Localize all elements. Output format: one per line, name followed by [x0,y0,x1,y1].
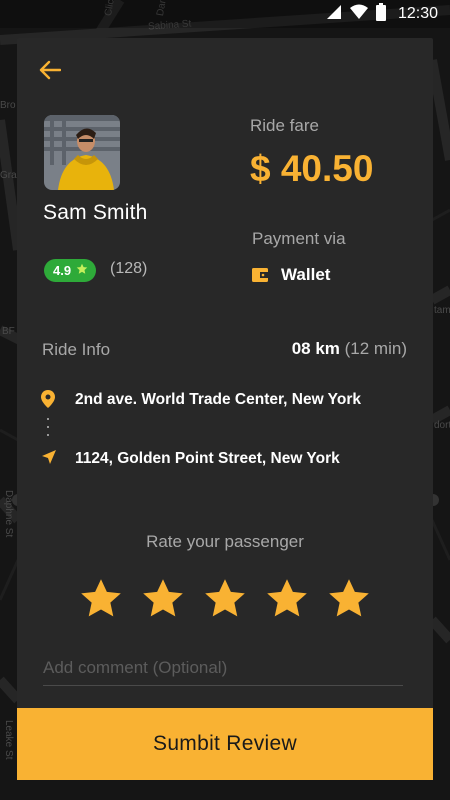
rate-passenger-label: Rate your passenger [146,532,304,551]
star-rating [79,577,371,621]
wallet-icon [251,266,269,289]
fare-value: $ 40.50 [250,148,374,189]
pickup-address: 2nd ave. World Trade Center, New York [75,391,361,408]
map-street-label: Gra [0,170,17,181]
route-connector [47,418,50,444]
back-arrow-icon [39,60,62,85]
star-icon [76,263,88,278]
ride-distance: 08 km [291,339,340,358]
star-icon[interactable] [265,577,309,621]
navigation-arrow-icon [41,449,57,470]
map-street-label: Bro [0,100,16,111]
payment-method: Wallet [281,265,331,284]
ride-duration: (12 min) [344,339,407,358]
battery-icon [375,2,386,26]
star-icon[interactable] [327,577,371,621]
map-street-label: BF [2,326,15,337]
payment-label: Payment via [252,229,346,248]
star-icon[interactable] [79,577,123,621]
dropoff-address: 1124, Golden Point Street, New York [75,450,340,467]
passenger-name: Sam Smith [43,201,148,224]
status-time: 12:30 [397,5,438,22]
ride-info-summary: 08 km (12 min) [292,339,407,359]
comment-input[interactable] [43,651,403,686]
map-street-label: Leake St [3,720,14,760]
submit-review-button[interactable]: Sumbit Review [17,708,433,780]
back-button[interactable] [39,58,71,86]
location-pin-icon [41,390,55,413]
ride-review-card: Sam Smith 4.9 (128) Ride fare $ 40.50 Pa… [17,38,433,780]
avatar [44,115,120,190]
wifi-icon [349,4,368,25]
rating-value: 4.9 [53,263,72,278]
map-street-label: dorth [434,420,450,431]
ride-info-label: Ride Info [42,340,111,359]
rating-badge: 4.9 [44,259,97,282]
star-icon[interactable] [203,577,247,621]
map-street-label: tam [434,305,450,316]
status-bar: 12:30 [0,0,450,28]
map-street-label: Daphne St [3,490,14,538]
signal-icon [326,4,342,25]
rating-count: (128) [110,260,148,277]
fare-label: Ride fare [250,116,319,135]
star-icon[interactable] [141,577,185,621]
